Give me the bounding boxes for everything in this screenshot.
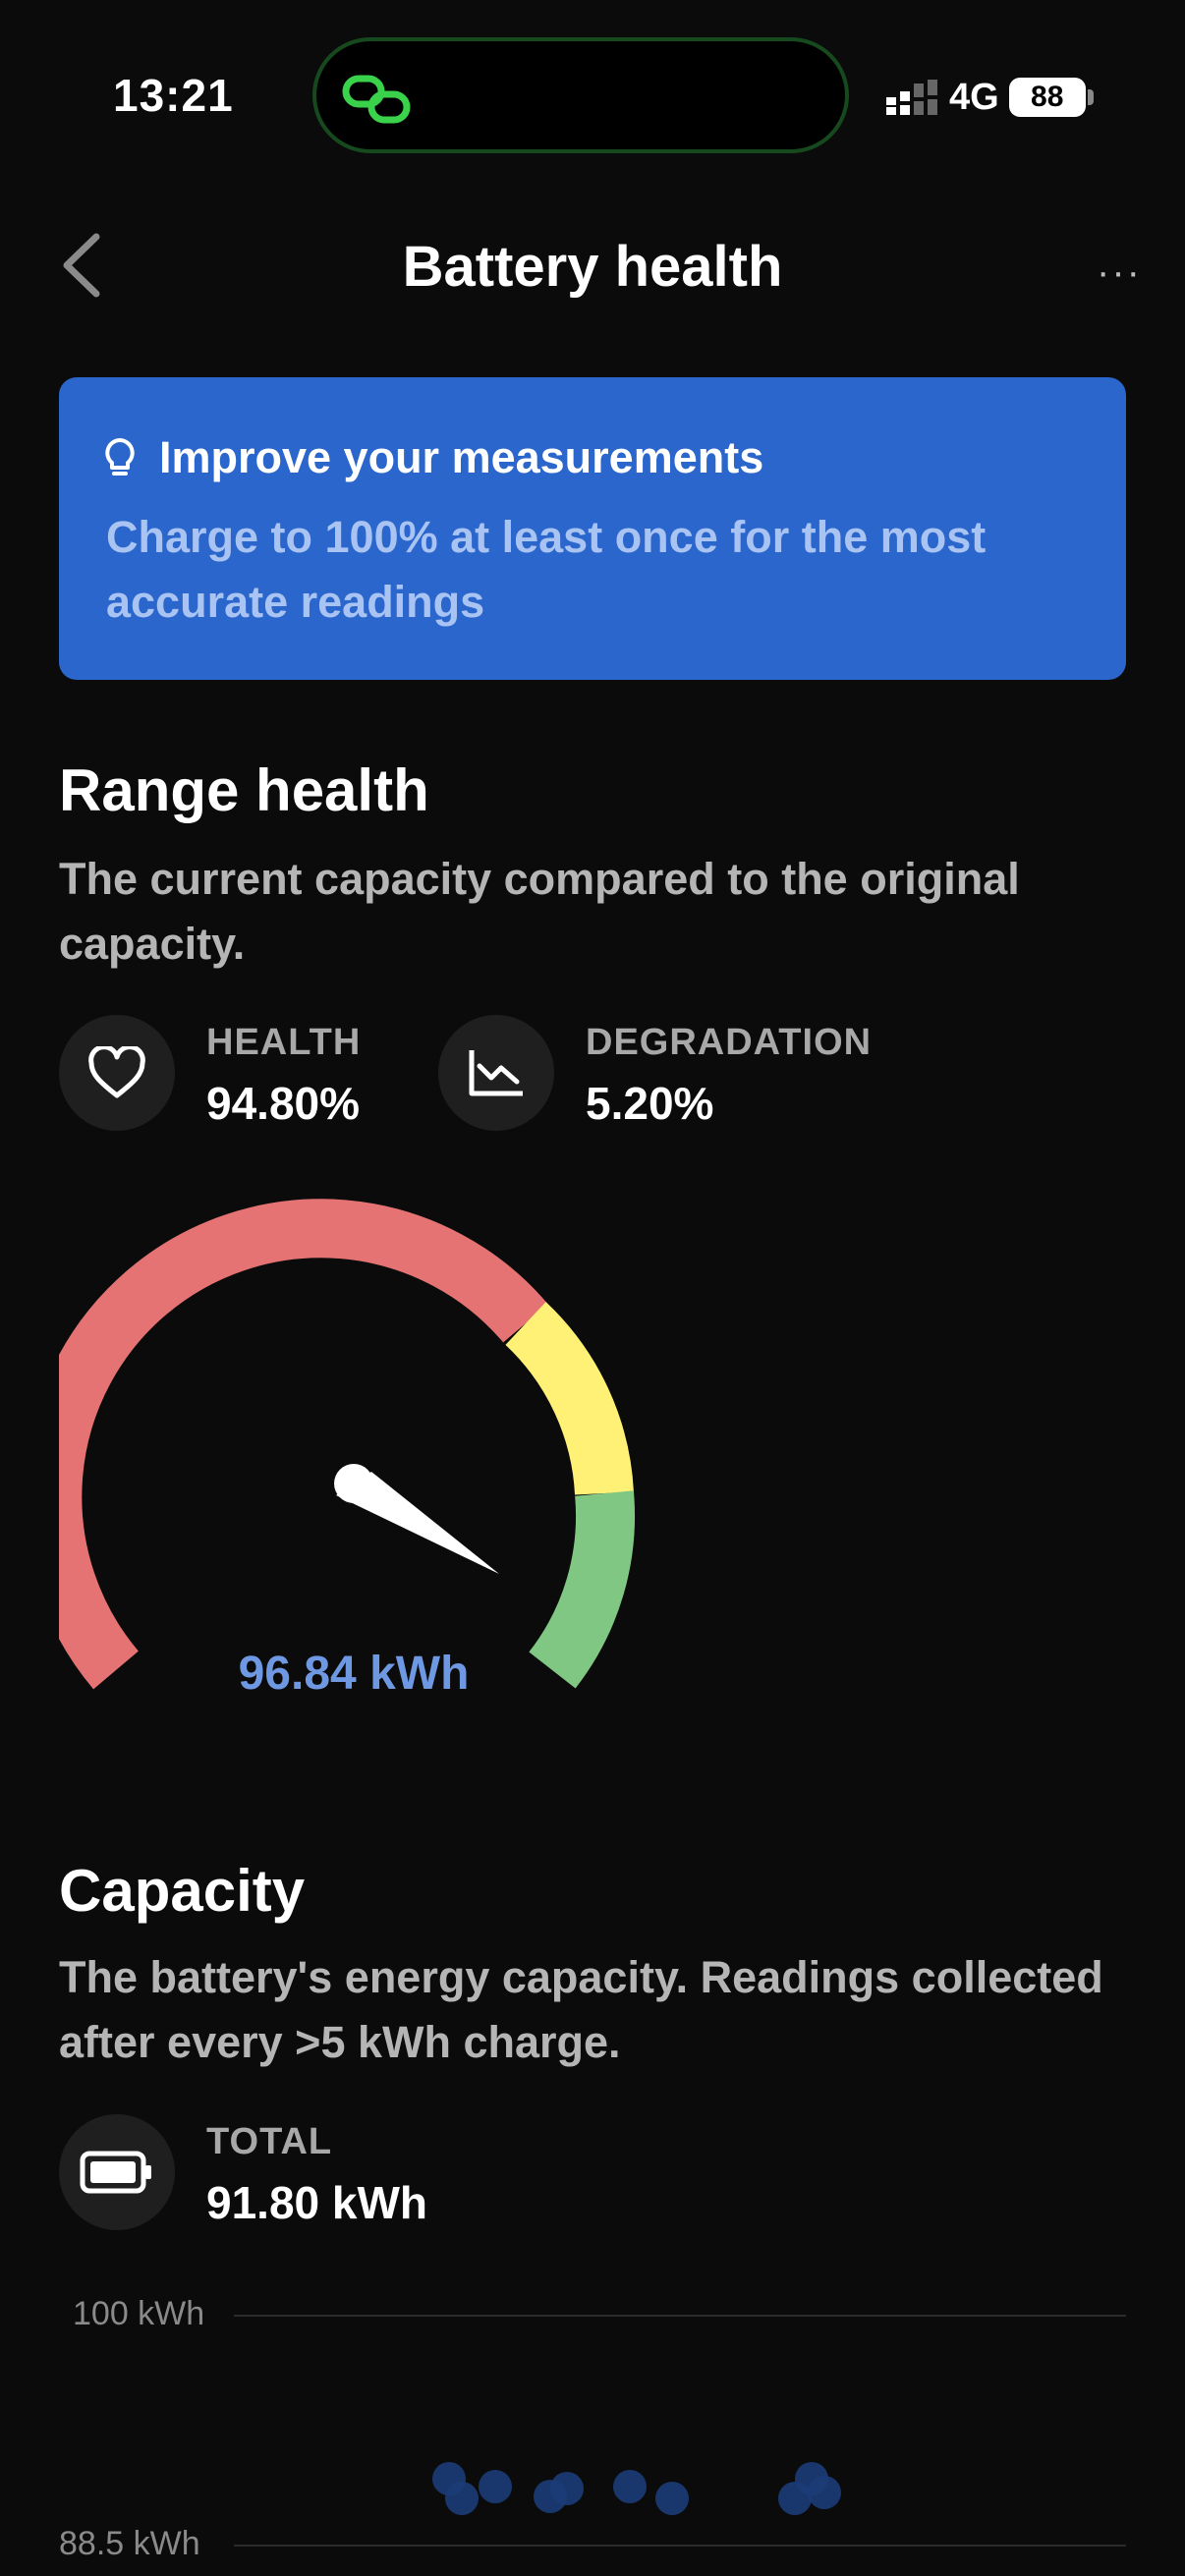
plot-area <box>432 2315 845 2545</box>
battery-cap <box>1087 89 1094 105</box>
total-capacity-badge <box>59 2114 175 2230</box>
battery-icon: 88 <box>1008 78 1086 117</box>
page-title: Battery health <box>402 235 783 299</box>
health-label: HEALTH <box>206 1022 362 1063</box>
total-value: 91.80 kWh <box>206 2177 427 2228</box>
more-options-icon[interactable]: ··· <box>1097 251 1142 295</box>
data-point <box>613 2469 648 2503</box>
data-point <box>479 2469 513 2503</box>
banner-body: Charge to 100% at least once for the mos… <box>106 512 987 627</box>
status-time: 13:21 <box>113 70 234 121</box>
health-stat-badge <box>59 1015 175 1131</box>
gauge-red-segment <box>59 1199 548 1690</box>
gridline-bottom <box>234 2545 1126 2547</box>
gauge-yellow-segment <box>505 1302 634 1496</box>
y-tick-label-top: 100 kWh <box>73 2295 205 2332</box>
signal-icon <box>886 80 937 115</box>
y-tick-label-bottom: 88.5 kWh <box>59 2525 200 2562</box>
data-point <box>655 2482 690 2516</box>
gauge-value: 96.84 kWh <box>238 1648 470 1700</box>
lightbulb-icon <box>105 438 135 476</box>
gauge-green-segment <box>529 1490 636 1689</box>
degradation-stat-badge <box>438 1015 554 1131</box>
heart-icon <box>88 1046 145 1098</box>
banner-title: Improve your measurements <box>159 432 764 482</box>
link-app-icon <box>342 75 411 124</box>
trend-down-chart-icon <box>469 1050 523 1096</box>
status-indicators: 4G 88 <box>884 73 1094 122</box>
dynamic-island <box>312 37 849 153</box>
range-health-description: The current capacity compared to the ori… <box>59 854 1020 969</box>
degradation-value: 5.20% <box>586 1078 714 1129</box>
capacity-title: Capacity <box>59 1858 306 1924</box>
health-value: 94.80% <box>206 1078 361 1129</box>
capacity-scatter-chart: 100 kWh 88.5 kWh <box>0 2289 1185 2576</box>
network-type: 4G <box>949 76 999 118</box>
data-point <box>444 2482 479 2516</box>
total-label: TOTAL <box>206 2121 333 2162</box>
data-point <box>807 2476 841 2510</box>
measurement-tip-banner[interactable]: Improve your measurements Charge to 100%… <box>59 377 1126 680</box>
degradation-label: DEGRADATION <box>586 1022 873 1063</box>
gauge-needle <box>334 1464 499 1574</box>
battery-full-icon <box>80 2151 151 2194</box>
data-point <box>550 2472 585 2506</box>
range-health-title: Range health <box>59 757 429 823</box>
capacity-description: The battery's energy capacity. Readings … <box>59 1952 1103 2067</box>
